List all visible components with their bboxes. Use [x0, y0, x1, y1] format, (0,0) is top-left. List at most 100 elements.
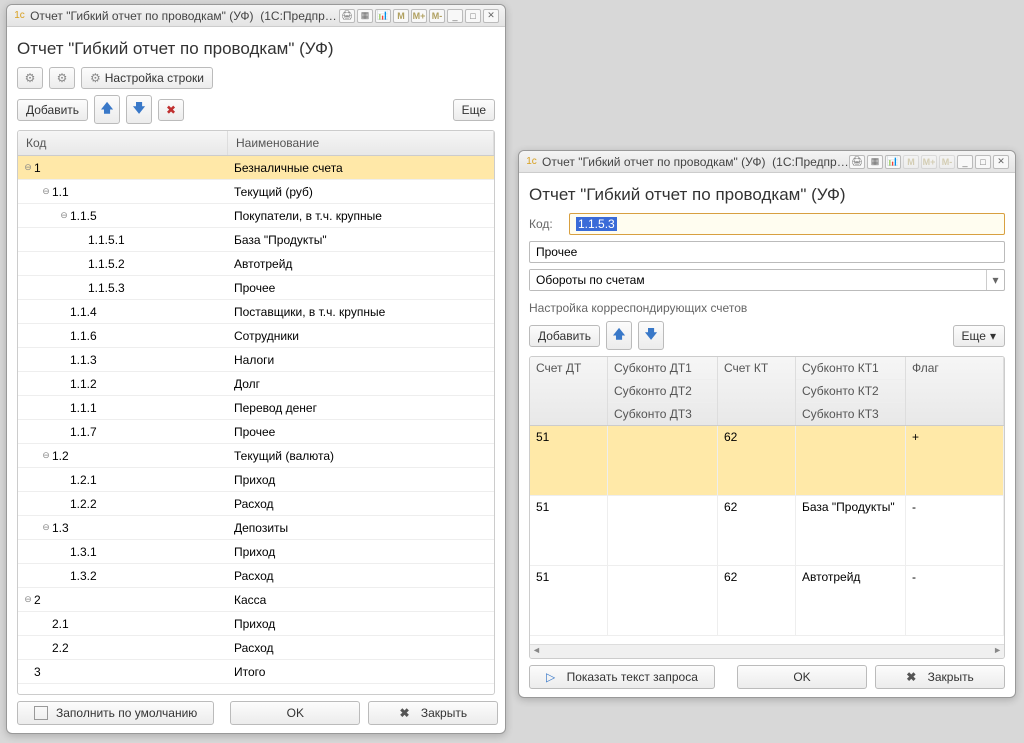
table-row[interactable]: ⊖1Безналичные счета — [18, 156, 494, 180]
calc-icon[interactable]: 📊 — [375, 9, 391, 23]
type-select-value[interactable] — [530, 270, 986, 290]
chevron-down-icon[interactable]: ▾ — [986, 270, 1004, 290]
delete-button[interactable]: ✖ — [158, 99, 184, 121]
section-label: Настройка корреспондирующих счетов — [529, 301, 1005, 315]
save-icon[interactable]: ▦ — [867, 155, 883, 169]
toolbar-main: Добавить 🡅 🡇 ✖ Еще — [17, 95, 495, 124]
footer: Заполнить по умолчанию OK ✖ Закрыть — [17, 695, 495, 725]
save-icon[interactable]: ▦ — [357, 9, 373, 23]
more-button[interactable]: Еще ▾ — [953, 325, 1005, 347]
type-select[interactable]: ▾ — [529, 269, 1005, 291]
window-report-detail: 1c Отчет "Гибкий отчет по проводкам" (УФ… — [518, 150, 1016, 698]
maximize-icon[interactable]: □ — [465, 9, 481, 23]
cell-code: 1.1.4 — [70, 305, 97, 319]
h-scrollbar[interactable] — [530, 644, 1004, 658]
close-icon[interactable]: ✕ — [483, 9, 499, 23]
table-row[interactable]: 1.1.5.1База "Продукты" — [18, 228, 494, 252]
table-row[interactable]: 1.1.4Поставщики, в т.ч. крупные — [18, 300, 494, 324]
move-down-button[interactable]: 🡇 — [126, 95, 152, 124]
move-up-button[interactable]: 🡅 — [94, 95, 120, 124]
table-row[interactable]: ⊖1.1.5Покупатели, в т.ч. крупные — [18, 204, 494, 228]
m-button[interactable]: M — [903, 155, 919, 169]
col-flag[interactable]: Флаг — [906, 357, 1004, 425]
close-button[interactable]: ✖ Закрыть — [875, 665, 1005, 689]
table-row[interactable]: 1.3.2Расход — [18, 564, 494, 588]
m-plus-button[interactable]: M+ — [411, 9, 427, 23]
maximize-icon[interactable]: □ — [975, 155, 991, 169]
grid-body[interactable]: 5162+5162База "Продукты"-5162Автотрейд- — [530, 426, 1004, 644]
window-report-tree: 1c Отчет "Гибкий отчет по проводкам" (УФ… — [6, 4, 506, 734]
m-minus-button[interactable]: M- — [939, 155, 955, 169]
add-button[interactable]: Добавить — [17, 99, 88, 121]
table-body[interactable]: ⊖1Безналичные счета⊖1.1Текущий (руб)⊖1.1… — [18, 156, 494, 694]
table-row[interactable]: ⊖1.2Текущий (валюта) — [18, 444, 494, 468]
gear-icon[interactable]: ⚙ — [17, 67, 43, 89]
col-sdt[interactable]: Субконто ДТ1 Субконто ДТ2 Субконто ДТ3 — [608, 357, 718, 425]
close-button[interactable]: ✖ Закрыть — [368, 701, 498, 725]
cell-code: 2.1 — [52, 617, 69, 631]
toggle-icon[interactable]: ⊖ — [22, 594, 34, 605]
titlebar[interactable]: 1c Отчет "Гибкий отчет по проводкам" (УФ… — [519, 151, 1015, 173]
table-row[interactable]: 1.1.6Сотрудники — [18, 324, 494, 348]
table-row[interactable]: ⊖1.1Текущий (руб) — [18, 180, 494, 204]
table-row[interactable]: 1.1.1Перевод денег — [18, 396, 494, 420]
calc-icon[interactable]: 📊 — [885, 155, 901, 169]
gear2-icon[interactable]: ⚙ — [49, 67, 75, 89]
print-icon[interactable]: 🖨 — [849, 155, 865, 169]
table-row[interactable]: 2.2Расход — [18, 636, 494, 660]
x-icon: ✖ — [906, 670, 916, 684]
minimize-icon[interactable]: _ — [957, 155, 973, 169]
more-button[interactable]: Еще — [453, 99, 495, 121]
table-row[interactable]: ⊖2Касса — [18, 588, 494, 612]
toggle-icon[interactable]: ⊖ — [40, 522, 52, 533]
add-button[interactable]: Добавить — [529, 325, 600, 347]
table-row[interactable]: 1.2.1Приход — [18, 468, 494, 492]
toggle-icon[interactable]: ⊖ — [58, 210, 70, 221]
code-input[interactable]: 1.1.5.3 — [569, 213, 1005, 235]
table-row[interactable]: 1.1.2Долг — [18, 372, 494, 396]
cell-code: 1.1.5.3 — [88, 281, 125, 295]
m-button[interactable]: M — [393, 9, 409, 23]
cell-flag: + — [906, 426, 1004, 495]
close-icon[interactable]: ✕ — [993, 155, 1009, 169]
ok-button[interactable]: OK — [737, 665, 867, 689]
table-row[interactable]: 1.3.1Приход — [18, 540, 494, 564]
cell-kt: 62 — [718, 426, 796, 495]
grid-row[interactable]: 5162Автотрейд- — [530, 566, 1004, 636]
m-plus-button[interactable]: M+ — [921, 155, 937, 169]
grid-row[interactable]: 5162+ — [530, 426, 1004, 496]
settings-row-button[interactable]: ⚙Настройка строки — [81, 67, 213, 89]
table-row[interactable]: ⊖1.3Депозиты — [18, 516, 494, 540]
window-content: Отчет "Гибкий отчет по проводкам" (УФ) ⚙… — [7, 27, 505, 733]
table-row[interactable]: 1.2.2Расход — [18, 492, 494, 516]
name-input[interactable]: Прочее — [529, 241, 1005, 263]
table-row[interactable]: 2.1Приход — [18, 612, 494, 636]
table-row[interactable]: 1.1.7Прочее — [18, 420, 494, 444]
titlebar[interactable]: 1c Отчет "Гибкий отчет по проводкам" (УФ… — [7, 5, 505, 27]
toggle-icon[interactable]: ⊖ — [40, 186, 52, 197]
chk-icon — [34, 706, 48, 720]
toggle-icon[interactable]: ⊖ — [22, 162, 34, 173]
col-kt[interactable]: Счет КТ — [718, 357, 796, 425]
move-down-button[interactable]: 🡇 — [638, 321, 664, 350]
cell-code: 1.1.7 — [70, 425, 97, 439]
ok-button[interactable]: OK — [230, 701, 360, 725]
col-name[interactable]: Наименование — [228, 131, 494, 155]
col-code[interactable]: Код — [18, 131, 228, 155]
grid-row[interactable]: 5162База "Продукты"- — [530, 496, 1004, 566]
table-row[interactable]: 1.1.3Налоги — [18, 348, 494, 372]
table-row[interactable]: 1.1.5.2Автотрейд — [18, 252, 494, 276]
toggle-icon[interactable]: ⊖ — [40, 450, 52, 461]
minimize-icon[interactable]: _ — [447, 9, 463, 23]
col-dt[interactable]: Счет ДТ — [530, 357, 608, 425]
m-minus-button[interactable]: M- — [429, 9, 445, 23]
table-row[interactable]: 3Итого — [18, 660, 494, 684]
table-row[interactable]: 1.1.5.3Прочее — [18, 276, 494, 300]
col-skt[interactable]: Субконто КТ1 Субконто КТ2 Субконто КТ3 — [796, 357, 906, 425]
cell-name: Расход — [228, 566, 494, 586]
fill-default-button[interactable]: Заполнить по умолчанию — [17, 701, 214, 725]
show-query-button[interactable]: ▷ Показать текст запроса — [529, 665, 715, 689]
cell-flag: - — [906, 496, 1004, 565]
print-icon[interactable]: 🖨 — [339, 9, 355, 23]
move-up-button[interactable]: 🡅 — [606, 321, 632, 350]
